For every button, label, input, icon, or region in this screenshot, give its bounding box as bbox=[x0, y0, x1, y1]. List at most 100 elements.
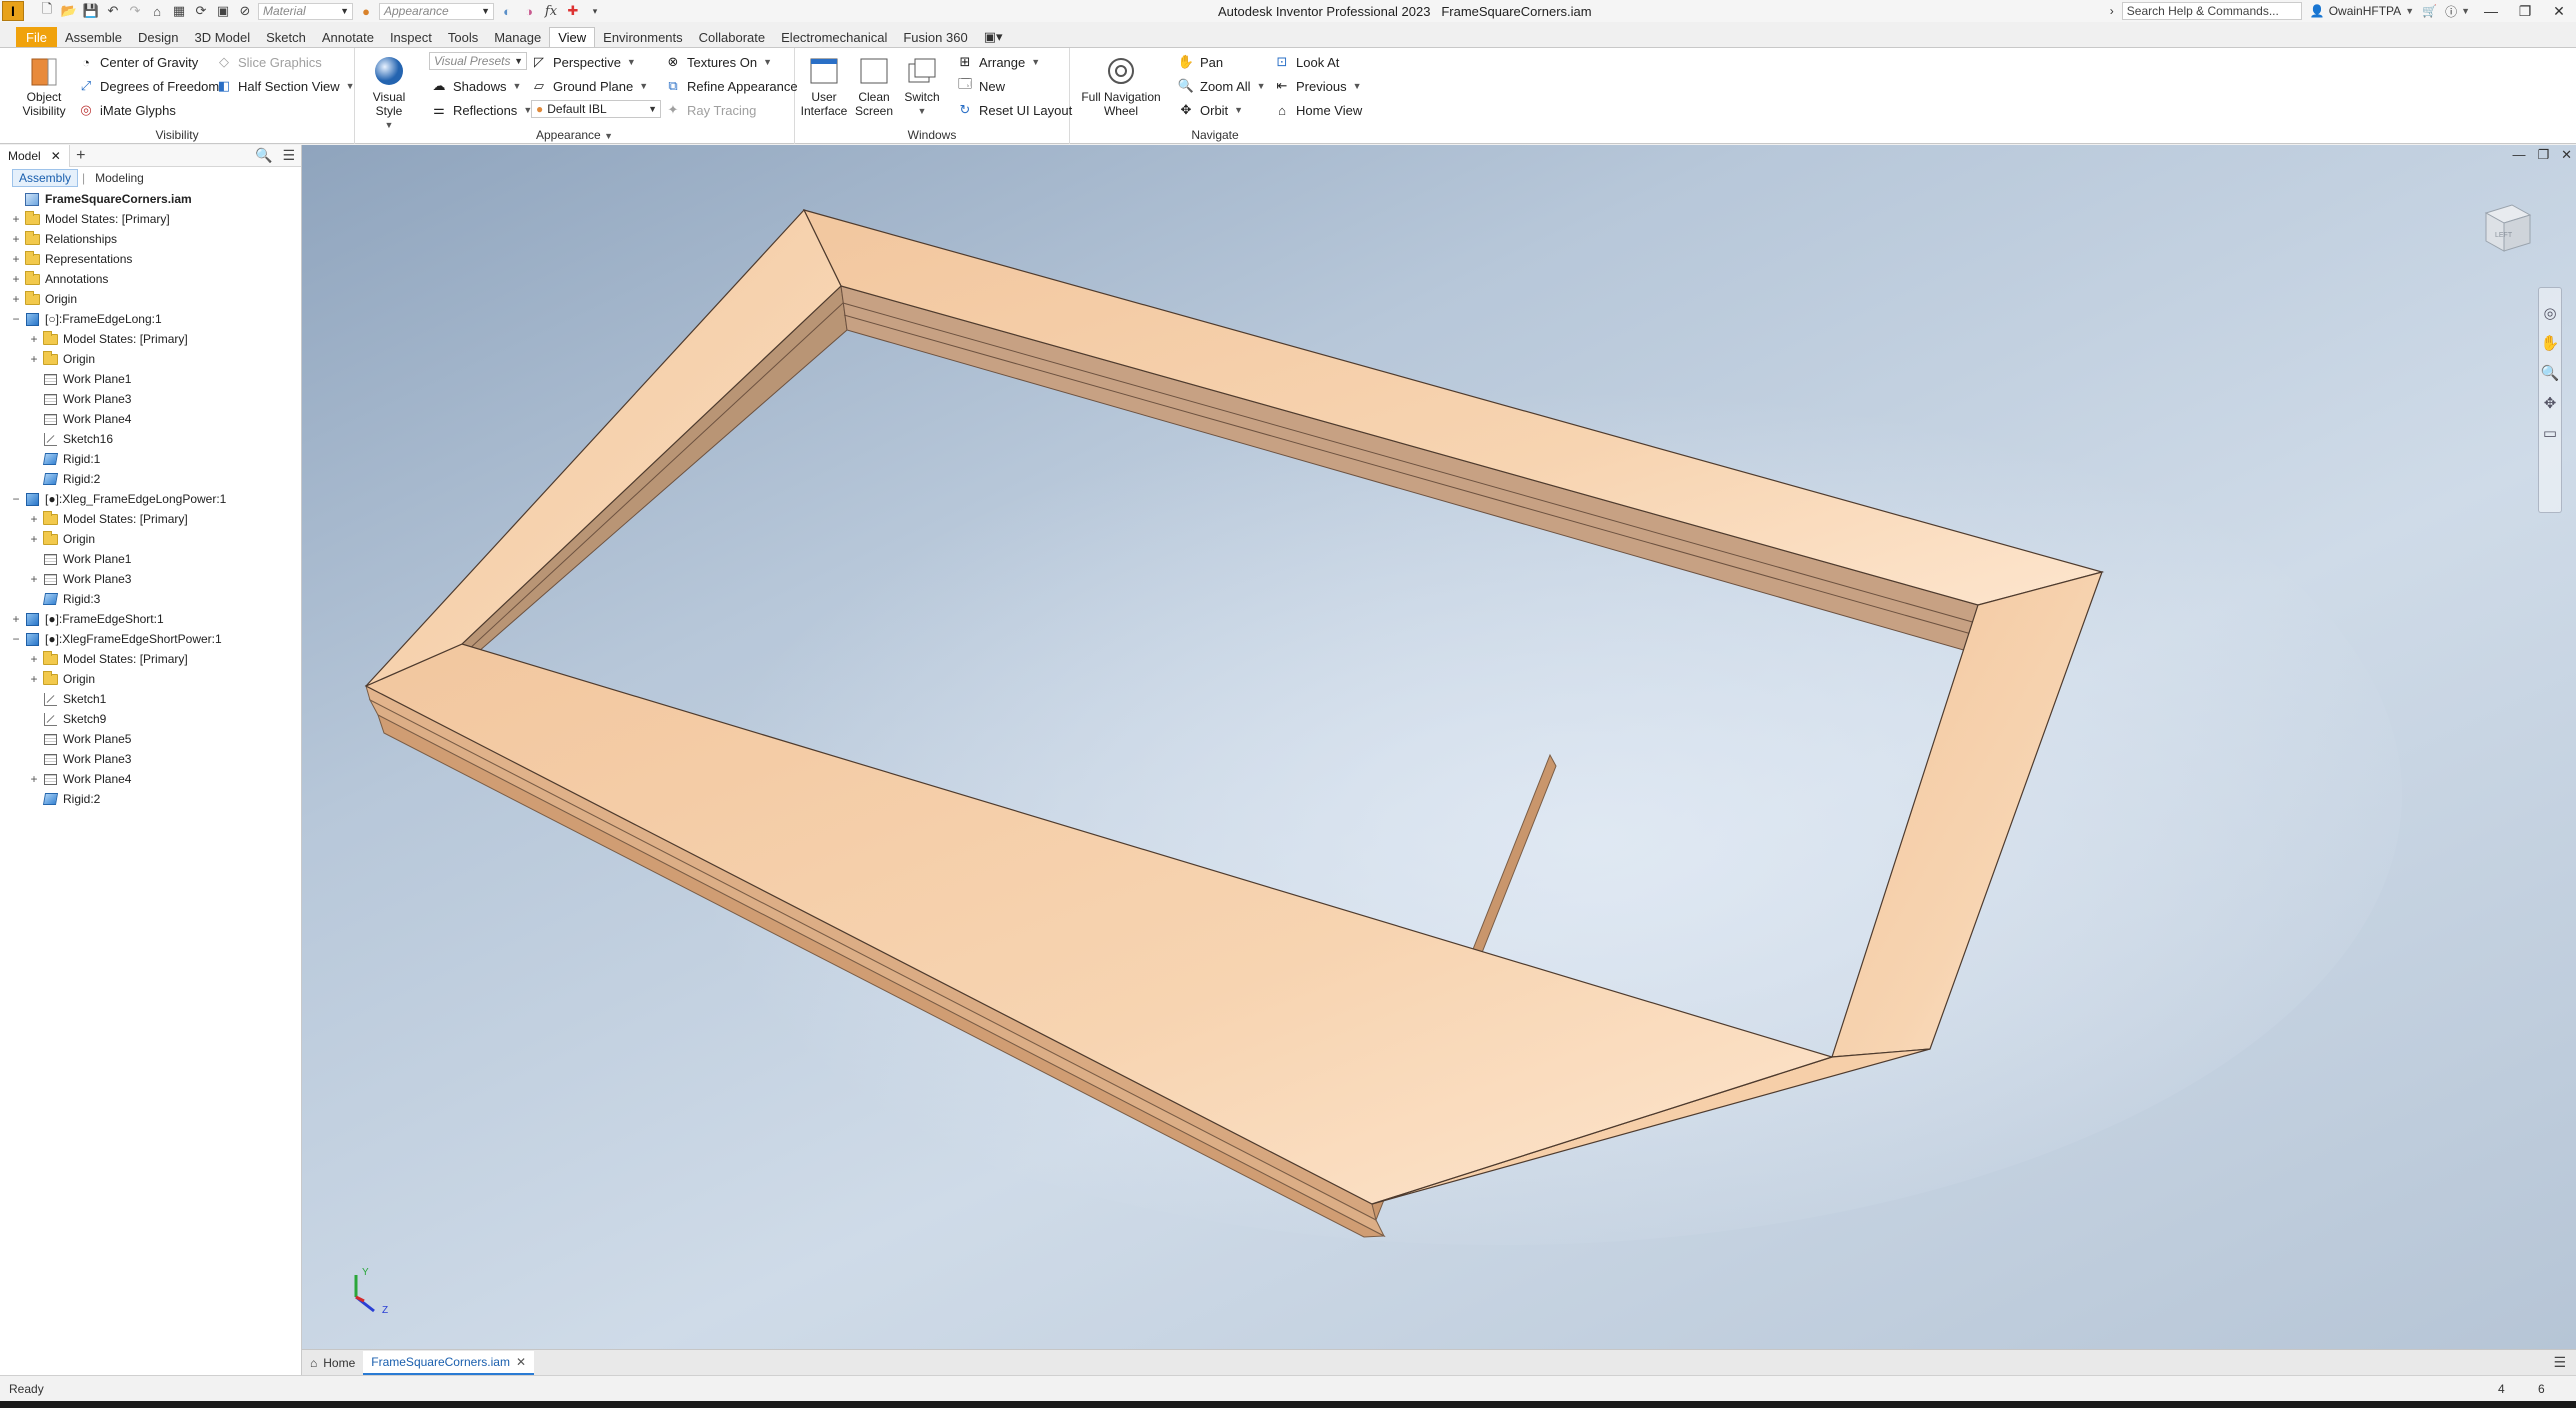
zoom-all-button[interactable]: 🔍 Zoom All ▼ bbox=[1178, 76, 1266, 96]
user-account[interactable]: 👤 OwainHFTPA ▼ bbox=[2310, 4, 2414, 18]
tree-item[interactable]: − [●]:XlegFrameEdgeShortPower:1 bbox=[0, 629, 221, 649]
help-search-input[interactable]: Search Help & Commands... bbox=[2121, 2, 2302, 20]
tree-item[interactable]: + Origin bbox=[0, 289, 77, 309]
expand-icon[interactable]: + bbox=[10, 292, 22, 306]
customize-qat-icon[interactable]: ▾ bbox=[586, 2, 604, 20]
viewcube[interactable]: LEFT bbox=[2472, 193, 2536, 257]
refine-appearance-button[interactable]: ⧉ Refine Appearance bbox=[665, 76, 797, 96]
tree-item[interactable]: Rigid:3 bbox=[0, 589, 100, 609]
help-icon[interactable]: ⓘ ▼ bbox=[2445, 3, 2470, 20]
restore-icon[interactable]: ❐ bbox=[2512, 1, 2538, 21]
tree-item[interactable]: FrameSquareCorners.iam bbox=[0, 189, 192, 209]
tree-item[interactable]: + [●]:FrameEdgeShort:1 bbox=[0, 609, 163, 629]
search-expand-icon[interactable]: › bbox=[2110, 4, 2114, 18]
cart-icon[interactable]: 🛒 bbox=[2422, 4, 2437, 18]
doc-tab-home[interactable]: ⌂ Home bbox=[302, 1351, 363, 1375]
pan-hand-icon[interactable]: ✋ bbox=[2541, 334, 2560, 352]
measure-icon[interactable]: ▣ bbox=[214, 2, 232, 20]
reset-ui-layout-button[interactable]: ↻ Reset UI Layout bbox=[957, 100, 1073, 120]
tab-file[interactable]: File bbox=[16, 27, 57, 47]
user-interface-button[interactable]: User Interface bbox=[801, 54, 847, 118]
tab-annotate[interactable]: Annotate bbox=[314, 27, 382, 47]
expand-icon[interactable]: + bbox=[10, 272, 22, 286]
tree-item[interactable]: + Work Plane4 bbox=[0, 769, 131, 789]
add-browser-tab-icon[interactable]: + bbox=[70, 147, 92, 165]
expand-icon[interactable]: + bbox=[28, 352, 40, 366]
expand-icon[interactable]: + bbox=[28, 532, 40, 546]
slice-graphics-button[interactable]: ◇ Slice Graphics bbox=[216, 52, 322, 72]
tab-overflow-icon[interactable]: ▣▾ bbox=[976, 27, 1011, 47]
home-icon[interactable]: ⌂ bbox=[148, 2, 166, 20]
minimize-icon[interactable]: — bbox=[2512, 147, 2525, 163]
expand-icon[interactable]: + bbox=[28, 772, 40, 786]
pan-button[interactable]: ✋ Pan bbox=[1178, 52, 1223, 72]
subtab-modeling[interactable]: Modeling bbox=[89, 170, 150, 186]
select-filter-icon[interactable]: ▦ bbox=[170, 2, 188, 20]
close-icon[interactable]: ✕ bbox=[2561, 147, 2572, 163]
undo-icon[interactable]: ↶ bbox=[104, 2, 122, 20]
expand-icon[interactable]: + bbox=[28, 672, 40, 686]
perspective-button[interactable]: ◸ Perspective ▼ bbox=[531, 52, 636, 72]
adjust-appearance-icon[interactable]: ◐ bbox=[498, 2, 516, 20]
tab-collaborate[interactable]: Collaborate bbox=[691, 27, 774, 47]
tab-environments[interactable]: Environments bbox=[595, 27, 690, 47]
tree-item[interactable]: + Work Plane3 bbox=[0, 569, 131, 589]
tab-design[interactable]: Design bbox=[130, 27, 186, 47]
close-icon[interactable]: ✕ bbox=[51, 149, 61, 163]
clean-screen-button[interactable]: Clean Screen bbox=[851, 54, 897, 118]
tab-tools[interactable]: Tools bbox=[440, 27, 486, 47]
expand-icon[interactable]: + bbox=[28, 512, 40, 526]
tree-item[interactable]: + Origin bbox=[0, 349, 95, 369]
zoom-icon[interactable]: 🔍 bbox=[2541, 364, 2560, 382]
tree-item[interactable]: Sketch9 bbox=[0, 709, 106, 729]
expand-icon[interactable]: + bbox=[10, 252, 22, 266]
new-window-button[interactable]: 🗔 New bbox=[957, 76, 1005, 96]
expand-icon[interactable]: + bbox=[28, 652, 40, 666]
expand-icon[interactable]: + bbox=[28, 332, 40, 346]
expand-icon[interactable]: + bbox=[10, 612, 22, 626]
tree-item[interactable]: Work Plane3 bbox=[0, 749, 131, 769]
tree-item[interactable]: + Model States: [Primary] bbox=[0, 209, 170, 229]
browser-tab-model[interactable]: Model ✕ bbox=[0, 144, 70, 167]
look-at-icon[interactable]: ▭ bbox=[2543, 424, 2557, 442]
tab-sketch[interactable]: Sketch bbox=[258, 27, 314, 47]
inventor-logo-icon[interactable]: I bbox=[2, 1, 24, 21]
tree-item[interactable]: Rigid:2 bbox=[0, 789, 100, 809]
collapse-icon[interactable]: − bbox=[10, 492, 22, 506]
ray-tracing-button[interactable]: ✦ Ray Tracing bbox=[665, 100, 757, 120]
object-visibility-button[interactable]: Object Visibility bbox=[18, 54, 70, 118]
fx-parameters-icon[interactable]: fx bbox=[542, 2, 560, 20]
no-material-icon[interactable]: ⊘ bbox=[236, 2, 254, 20]
tree-item[interactable]: + Model States: [Primary] bbox=[0, 329, 188, 349]
tree-item[interactable]: Sketch1 bbox=[0, 689, 106, 709]
reflections-button[interactable]: ⚌ Reflections ▼ bbox=[431, 100, 532, 120]
restore-icon[interactable]: ❐ bbox=[2537, 147, 2549, 163]
add-icon[interactable]: ✚ bbox=[564, 2, 582, 20]
arrange-button[interactable]: ⊞ Arrange ▼ bbox=[957, 52, 1041, 72]
tree-item[interactable]: Sketch16 bbox=[0, 429, 113, 449]
collapse-icon[interactable]: − bbox=[10, 632, 22, 646]
close-icon[interactable]: ✕ bbox=[2546, 1, 2572, 21]
ground-plane-button[interactable]: ▱ Ground Plane ▼ bbox=[531, 76, 648, 96]
minimize-icon[interactable]: — bbox=[2478, 1, 2504, 21]
tree-item[interactable]: Rigid:1 bbox=[0, 449, 100, 469]
tab-fusion-360[interactable]: Fusion 360 bbox=[895, 27, 975, 47]
tab-3d-model[interactable]: 3D Model bbox=[187, 27, 259, 47]
tree-item[interactable]: Work Plane1 bbox=[0, 369, 131, 389]
subtab-assembly[interactable]: Assembly bbox=[12, 169, 79, 187]
previous-view-button[interactable]: ⇤ Previous ▼ bbox=[1274, 76, 1362, 96]
visual-style-button[interactable]: Visual Style ▼ bbox=[359, 54, 419, 132]
look-at-button[interactable]: ⊡ Look At bbox=[1274, 52, 1340, 72]
switch-button[interactable]: Switch ▼ bbox=[899, 54, 945, 118]
tree-item[interactable]: + Model States: [Primary] bbox=[0, 509, 188, 529]
menu-icon[interactable]: ☰ bbox=[282, 147, 295, 164]
tree-item[interactable]: − [●]:Xleg_FrameEdgeLongPower:1 bbox=[0, 489, 226, 509]
tab-assemble[interactable]: Assemble bbox=[57, 27, 130, 47]
visual-presets-select[interactable]: Visual Presets ▼ bbox=[429, 52, 527, 70]
expand-icon[interactable]: + bbox=[10, 212, 22, 226]
close-icon[interactable]: ✕ bbox=[516, 1355, 526, 1369]
material-select[interactable]: Material ▼ bbox=[258, 2, 353, 20]
tab-manage[interactable]: Manage bbox=[486, 27, 549, 47]
tree-item[interactable]: Work Plane1 bbox=[0, 549, 131, 569]
full-navigation-wheel-button[interactable]: Full Navigation Wheel bbox=[1076, 54, 1166, 118]
